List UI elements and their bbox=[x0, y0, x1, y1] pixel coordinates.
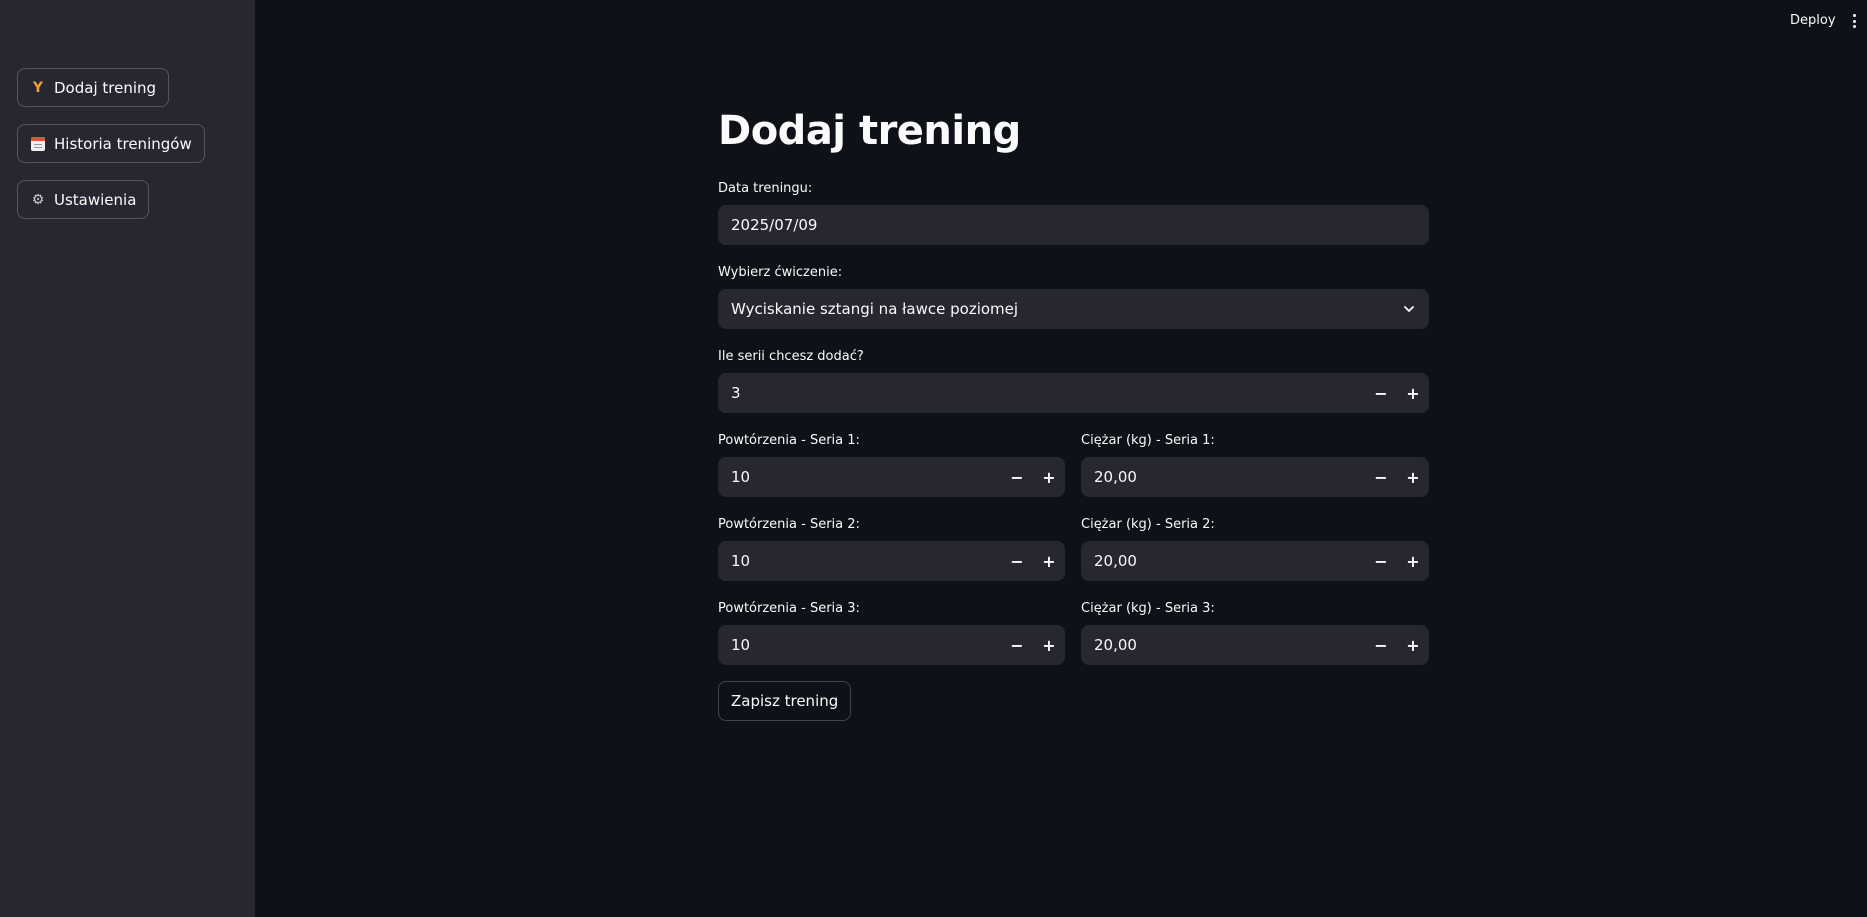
decrement-button[interactable]: − bbox=[1365, 625, 1397, 665]
date-value: 2025/07/09 bbox=[731, 216, 818, 234]
exercise-value: Wyciskanie sztangi na ławce poziomej bbox=[731, 300, 1019, 318]
exercise-label: Wybierz ćwiczenie: bbox=[718, 265, 843, 280]
decrement-button[interactable]: − bbox=[1365, 373, 1397, 413]
increment-button[interactable]: + bbox=[1397, 373, 1429, 413]
increment-button[interactable]: + bbox=[1033, 541, 1065, 581]
weight-value: 20,00 bbox=[1094, 552, 1137, 570]
weight-label: Ciężar (kg) - Seria 1: bbox=[1081, 433, 1215, 448]
decrement-button[interactable]: − bbox=[1365, 457, 1397, 497]
weight-stepper[interactable]: 20,00 − + bbox=[1081, 541, 1429, 581]
weight-label: Ciężar (kg) - Seria 2: bbox=[1081, 517, 1215, 532]
weight-stepper[interactable]: 20,00 − + bbox=[1081, 625, 1429, 665]
decrement-button[interactable]: − bbox=[1365, 541, 1397, 581]
increment-button[interactable]: + bbox=[1033, 457, 1065, 497]
date-field[interactable]: 2025/07/09 bbox=[718, 205, 1429, 245]
sidebar-item-label: Dodaj trening bbox=[54, 78, 157, 97]
reps-label: Powtórzenia - Seria 3: bbox=[718, 601, 860, 616]
reps-stepper[interactable]: 10 − + bbox=[718, 457, 1065, 497]
weight-label: Ciężar (kg) - Seria 3: bbox=[1081, 601, 1215, 616]
decrement-button[interactable]: − bbox=[1001, 625, 1033, 665]
sidebar-item-label: Historia treningów bbox=[54, 134, 192, 153]
decrement-button[interactable]: − bbox=[1001, 457, 1033, 497]
chevron-down-icon bbox=[1404, 306, 1414, 312]
save-training-button[interactable]: Zapisz trening bbox=[718, 681, 852, 721]
series-count-stepper[interactable]: 3 − + bbox=[718, 373, 1429, 413]
weight-value: 20,00 bbox=[1094, 468, 1137, 486]
calendar-icon bbox=[30, 136, 46, 152]
reps-stepper[interactable]: 10 − + bbox=[718, 625, 1065, 665]
exercise-select[interactable]: Wyciskanie sztangi na ławce poziomej bbox=[718, 289, 1429, 329]
sidebar-item-dodaj-trening[interactable]: Y Dodaj trening bbox=[17, 68, 170, 107]
dumbbell-icon: Y bbox=[32, 79, 44, 96]
increment-button[interactable]: + bbox=[1397, 541, 1429, 581]
sidebar-item-label: Ustawienia bbox=[54, 190, 137, 209]
reps-value: 10 bbox=[731, 468, 751, 486]
increment-button[interactable]: + bbox=[1397, 625, 1429, 665]
reps-value: 10 bbox=[731, 636, 751, 654]
page-title: Dodaj trening bbox=[718, 108, 1021, 154]
reps-stepper[interactable]: 10 − + bbox=[718, 541, 1065, 581]
sidebar: Y Dodaj trening Historia treningów ⚙ Ust… bbox=[0, 0, 255, 917]
series-count-label: Ile serii chcesz dodać? bbox=[718, 349, 864, 364]
sidebar-item-historia-treningow[interactable]: Historia treningów bbox=[17, 124, 205, 163]
increment-button[interactable]: + bbox=[1397, 457, 1429, 497]
kebab-menu-icon[interactable] bbox=[1850, 12, 1858, 30]
weight-value: 20,00 bbox=[1094, 636, 1137, 654]
increment-button[interactable]: + bbox=[1033, 625, 1065, 665]
weight-stepper[interactable]: 20,00 − + bbox=[1081, 457, 1429, 497]
reps-value: 10 bbox=[731, 552, 751, 570]
series-count-value: 3 bbox=[731, 384, 741, 402]
decrement-button[interactable]: − bbox=[1001, 541, 1033, 581]
date-label: Data treningu: bbox=[718, 181, 813, 196]
deploy-button[interactable]: Deploy bbox=[1790, 13, 1836, 28]
reps-label: Powtórzenia - Seria 1: bbox=[718, 433, 860, 448]
reps-label: Powtórzenia - Seria 2: bbox=[718, 517, 860, 532]
gear-icon: ⚙ bbox=[31, 191, 45, 208]
sidebar-item-ustawienia[interactable]: ⚙ Ustawienia bbox=[17, 180, 150, 219]
